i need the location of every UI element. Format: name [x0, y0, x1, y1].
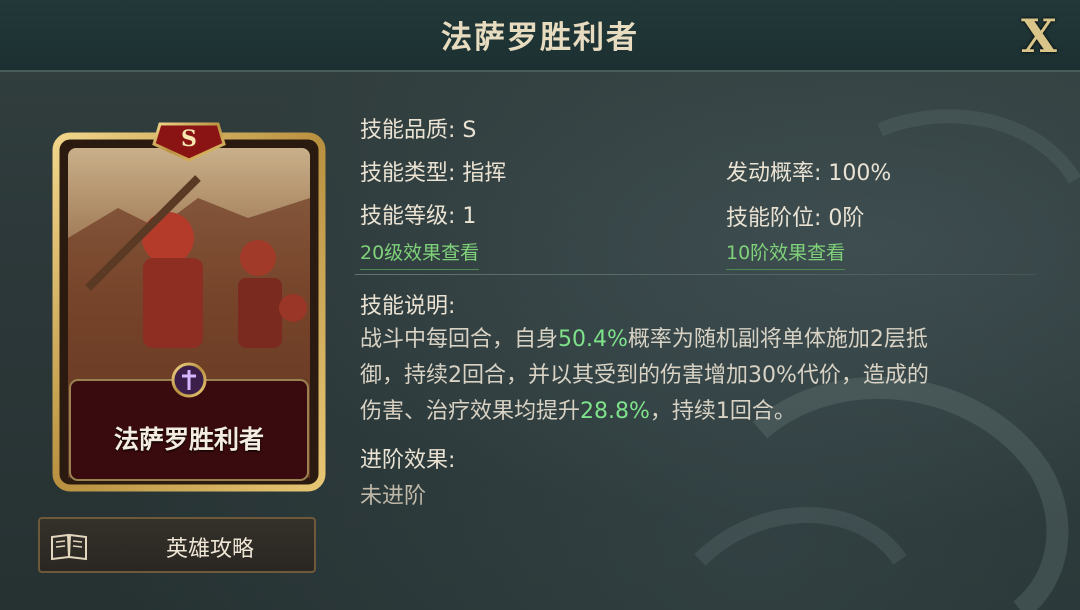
title-bar: 法萨罗胜利者 X	[0, 0, 1080, 72]
skill-description-heading: 技能说明:	[360, 294, 456, 319]
desc-text-2: 概率为随机副将单体施加2层抵	[627, 327, 928, 352]
desc-text-4: 伤害、治疗效果均提升	[360, 399, 581, 424]
desc-highlight-boost: 28.8%	[580, 399, 650, 424]
hero-guide-label: 英雄攻略	[165, 537, 254, 562]
skill-description: 战斗中每回合，自身50.4%概率为随机副将单体施加2层抵 御，持续2回合，并以其…	[360, 322, 1040, 430]
skill-tier: 技能阶位: 0阶	[726, 206, 865, 231]
window-title: 法萨罗胜利者	[441, 20, 639, 56]
desc-text-1: 战斗中每回合，自身	[360, 327, 559, 352]
skill-level: 技能等级: 1	[360, 204, 477, 229]
desc-highlight-chance: 50.4%	[558, 327, 628, 352]
section-divider	[355, 274, 1035, 275]
card-name: 法萨罗胜利者	[113, 425, 264, 454]
close-button[interactable]: X	[1012, 10, 1066, 62]
desc-text-3: 御，持续2回合，并以其受到的伤害增加30%代价，造成的	[360, 363, 929, 388]
hero-guide-button[interactable]: 英雄攻略	[38, 517, 316, 573]
desc-text-5: ，持续1回合。	[649, 399, 796, 424]
advance-effect-heading: 进阶效果:	[360, 448, 456, 473]
skill-quality: 技能品质: S	[360, 118, 477, 143]
tier10-effect-link[interactable]: 10阶效果查看	[726, 238, 846, 270]
book-icon	[51, 533, 87, 561]
skill-detail-panel: 法萨罗胜利者 X S 法萨罗胜利者 英雄攻略 技能品质: S 技能类型: 指挥 …	[0, 0, 1080, 610]
trigger-rate: 发动概率: 100%	[726, 161, 892, 186]
level20-effect-link[interactable]: 20级效果查看	[360, 238, 480, 270]
skill-type: 技能类型: 指挥	[360, 161, 507, 186]
advance-effect-value: 未进阶	[360, 484, 427, 509]
quality-badge: S	[181, 126, 197, 152]
